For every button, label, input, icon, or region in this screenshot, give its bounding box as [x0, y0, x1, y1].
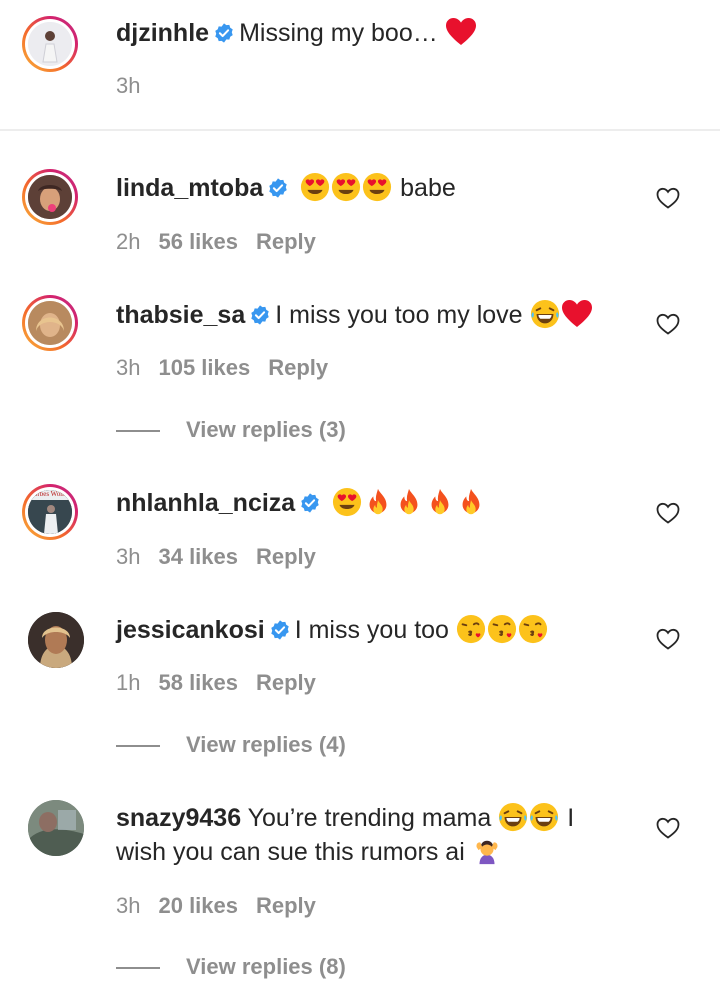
comment-line: snazy9436 You’re trending mama I wish yo…: [116, 801, 616, 869]
kissing-face-emoji-icon: [487, 614, 517, 644]
laughing-tears-emoji-icon: [530, 299, 560, 329]
caption-line: djzinhle Missing my boo…: [116, 16, 478, 50]
comment-likes[interactable]: 56 likes: [158, 229, 238, 254]
comment-meta: 3h 20 likes Reply: [116, 891, 334, 921]
comment-username[interactable]: nhlanhla_nciza: [116, 489, 295, 517]
comment-likes[interactable]: 105 likes: [158, 355, 250, 380]
comment-line: thabsie_sa I miss you too my love: [116, 298, 594, 332]
caption-username[interactable]: djzinhle: [116, 19, 209, 47]
heart-eyes-emoji-icon: [332, 487, 362, 517]
caption-divider: [0, 129, 720, 131]
comment-time: 3h: [116, 893, 141, 918]
view-replies-label: View replies (3): [186, 417, 346, 442]
replies-divider: [116, 430, 160, 433]
heart-outline-icon[interactable]: [656, 502, 680, 524]
comment-likes[interactable]: 20 likes: [158, 893, 238, 918]
heart-outline-icon[interactable]: [656, 313, 680, 335]
comment-username[interactable]: thabsie_sa: [116, 301, 245, 329]
view-replies-label: View replies (8): [186, 954, 346, 979]
avatar-snazy9436[interactable]: [28, 800, 84, 856]
heart-outline-icon[interactable]: [656, 628, 680, 650]
fire-emoji-icon: [425, 487, 455, 517]
comment-time: 3h: [116, 355, 141, 380]
comment-meta: 2h 56 likes Reply: [116, 227, 334, 257]
comment-time: 2h: [116, 229, 141, 254]
caption-meta: 3h: [116, 71, 158, 101]
heart-eyes-emoji-icon: [300, 172, 330, 202]
comment-line: jessicankosi I miss you too: [116, 613, 549, 647]
reply-button[interactable]: Reply: [256, 670, 316, 695]
avatar-jessicankosi[interactable]: [28, 612, 84, 668]
verified-badge-icon: [269, 619, 291, 641]
red-heart-emoji-icon: [445, 17, 477, 47]
kissing-face-emoji-icon: [456, 614, 486, 644]
avatar-djzinhle[interactable]: [22, 16, 78, 72]
comment-meta: 3h 34 likes Reply: [116, 542, 334, 572]
comment-text: You’re trending mama: [247, 804, 492, 832]
reply-button[interactable]: Reply: [256, 544, 316, 569]
woman-gesturing-ok-emoji-icon: [472, 836, 502, 866]
comment-username[interactable]: jessicankosi: [116, 616, 265, 644]
verified-badge-icon: [299, 492, 321, 514]
verified-badge-icon: [267, 177, 289, 199]
replies-divider: [116, 745, 160, 748]
avatar-nhlanhla-nciza[interactable]: Forbes Woman: [22, 484, 78, 540]
comment-text: I miss you too: [294, 616, 449, 644]
verified-badge-icon: [249, 304, 271, 326]
heart-eyes-emoji-icon: [362, 172, 392, 202]
reply-button[interactable]: Reply: [256, 893, 316, 918]
post-caption: djzinhle Missing my boo… 3h: [0, 0, 720, 130]
heart-outline-icon[interactable]: [656, 817, 680, 839]
view-replies-link[interactable]: View replies (8): [116, 952, 346, 982]
reply-button[interactable]: Reply: [256, 229, 316, 254]
fire-emoji-icon: [363, 487, 393, 517]
verified-badge-icon: [213, 22, 235, 44]
laughing-tears-emoji-icon: [529, 802, 559, 832]
avatar-magazine-text: Forbes Woman: [30, 490, 72, 498]
heart-eyes-emoji-icon: [331, 172, 361, 202]
comment-text: babe: [400, 174, 456, 202]
comment-likes[interactable]: 34 likes: [158, 544, 238, 569]
caption-time: 3h: [116, 73, 141, 98]
replies-divider: [116, 967, 160, 970]
avatar-thabsie-sa[interactable]: [22, 295, 78, 351]
view-replies-label: View replies (4): [186, 732, 346, 757]
comment-line: linda_mtoba babe: [116, 171, 456, 205]
avatar-linda-mtoba[interactable]: [22, 169, 78, 225]
comment-username[interactable]: linda_mtoba: [116, 174, 263, 202]
view-replies-link[interactable]: View replies (3): [116, 415, 346, 445]
comment-time: 3h: [116, 544, 141, 569]
kissing-face-emoji-icon: [518, 614, 548, 644]
heart-outline-icon[interactable]: [656, 187, 680, 209]
reply-button[interactable]: Reply: [268, 355, 328, 380]
fire-emoji-icon: [456, 487, 486, 517]
fire-emoji-icon: [394, 487, 424, 517]
comment-meta: 3h 105 likes Reply: [116, 353, 346, 383]
laughing-tears-emoji-icon: [498, 802, 528, 832]
comment-time: 1h: [116, 670, 141, 695]
comment-meta: 1h 58 likes Reply: [116, 668, 334, 698]
comment-text: I miss you too my love: [275, 301, 523, 329]
comment-username[interactable]: snazy9436: [116, 804, 241, 832]
comment-likes[interactable]: 58 likes: [158, 670, 238, 695]
view-replies-link[interactable]: View replies (4): [116, 730, 346, 760]
red-heart-emoji-icon: [561, 299, 593, 329]
comment-line: nhlanhla_nciza: [116, 486, 487, 520]
caption-text: Missing my boo…: [239, 19, 438, 47]
